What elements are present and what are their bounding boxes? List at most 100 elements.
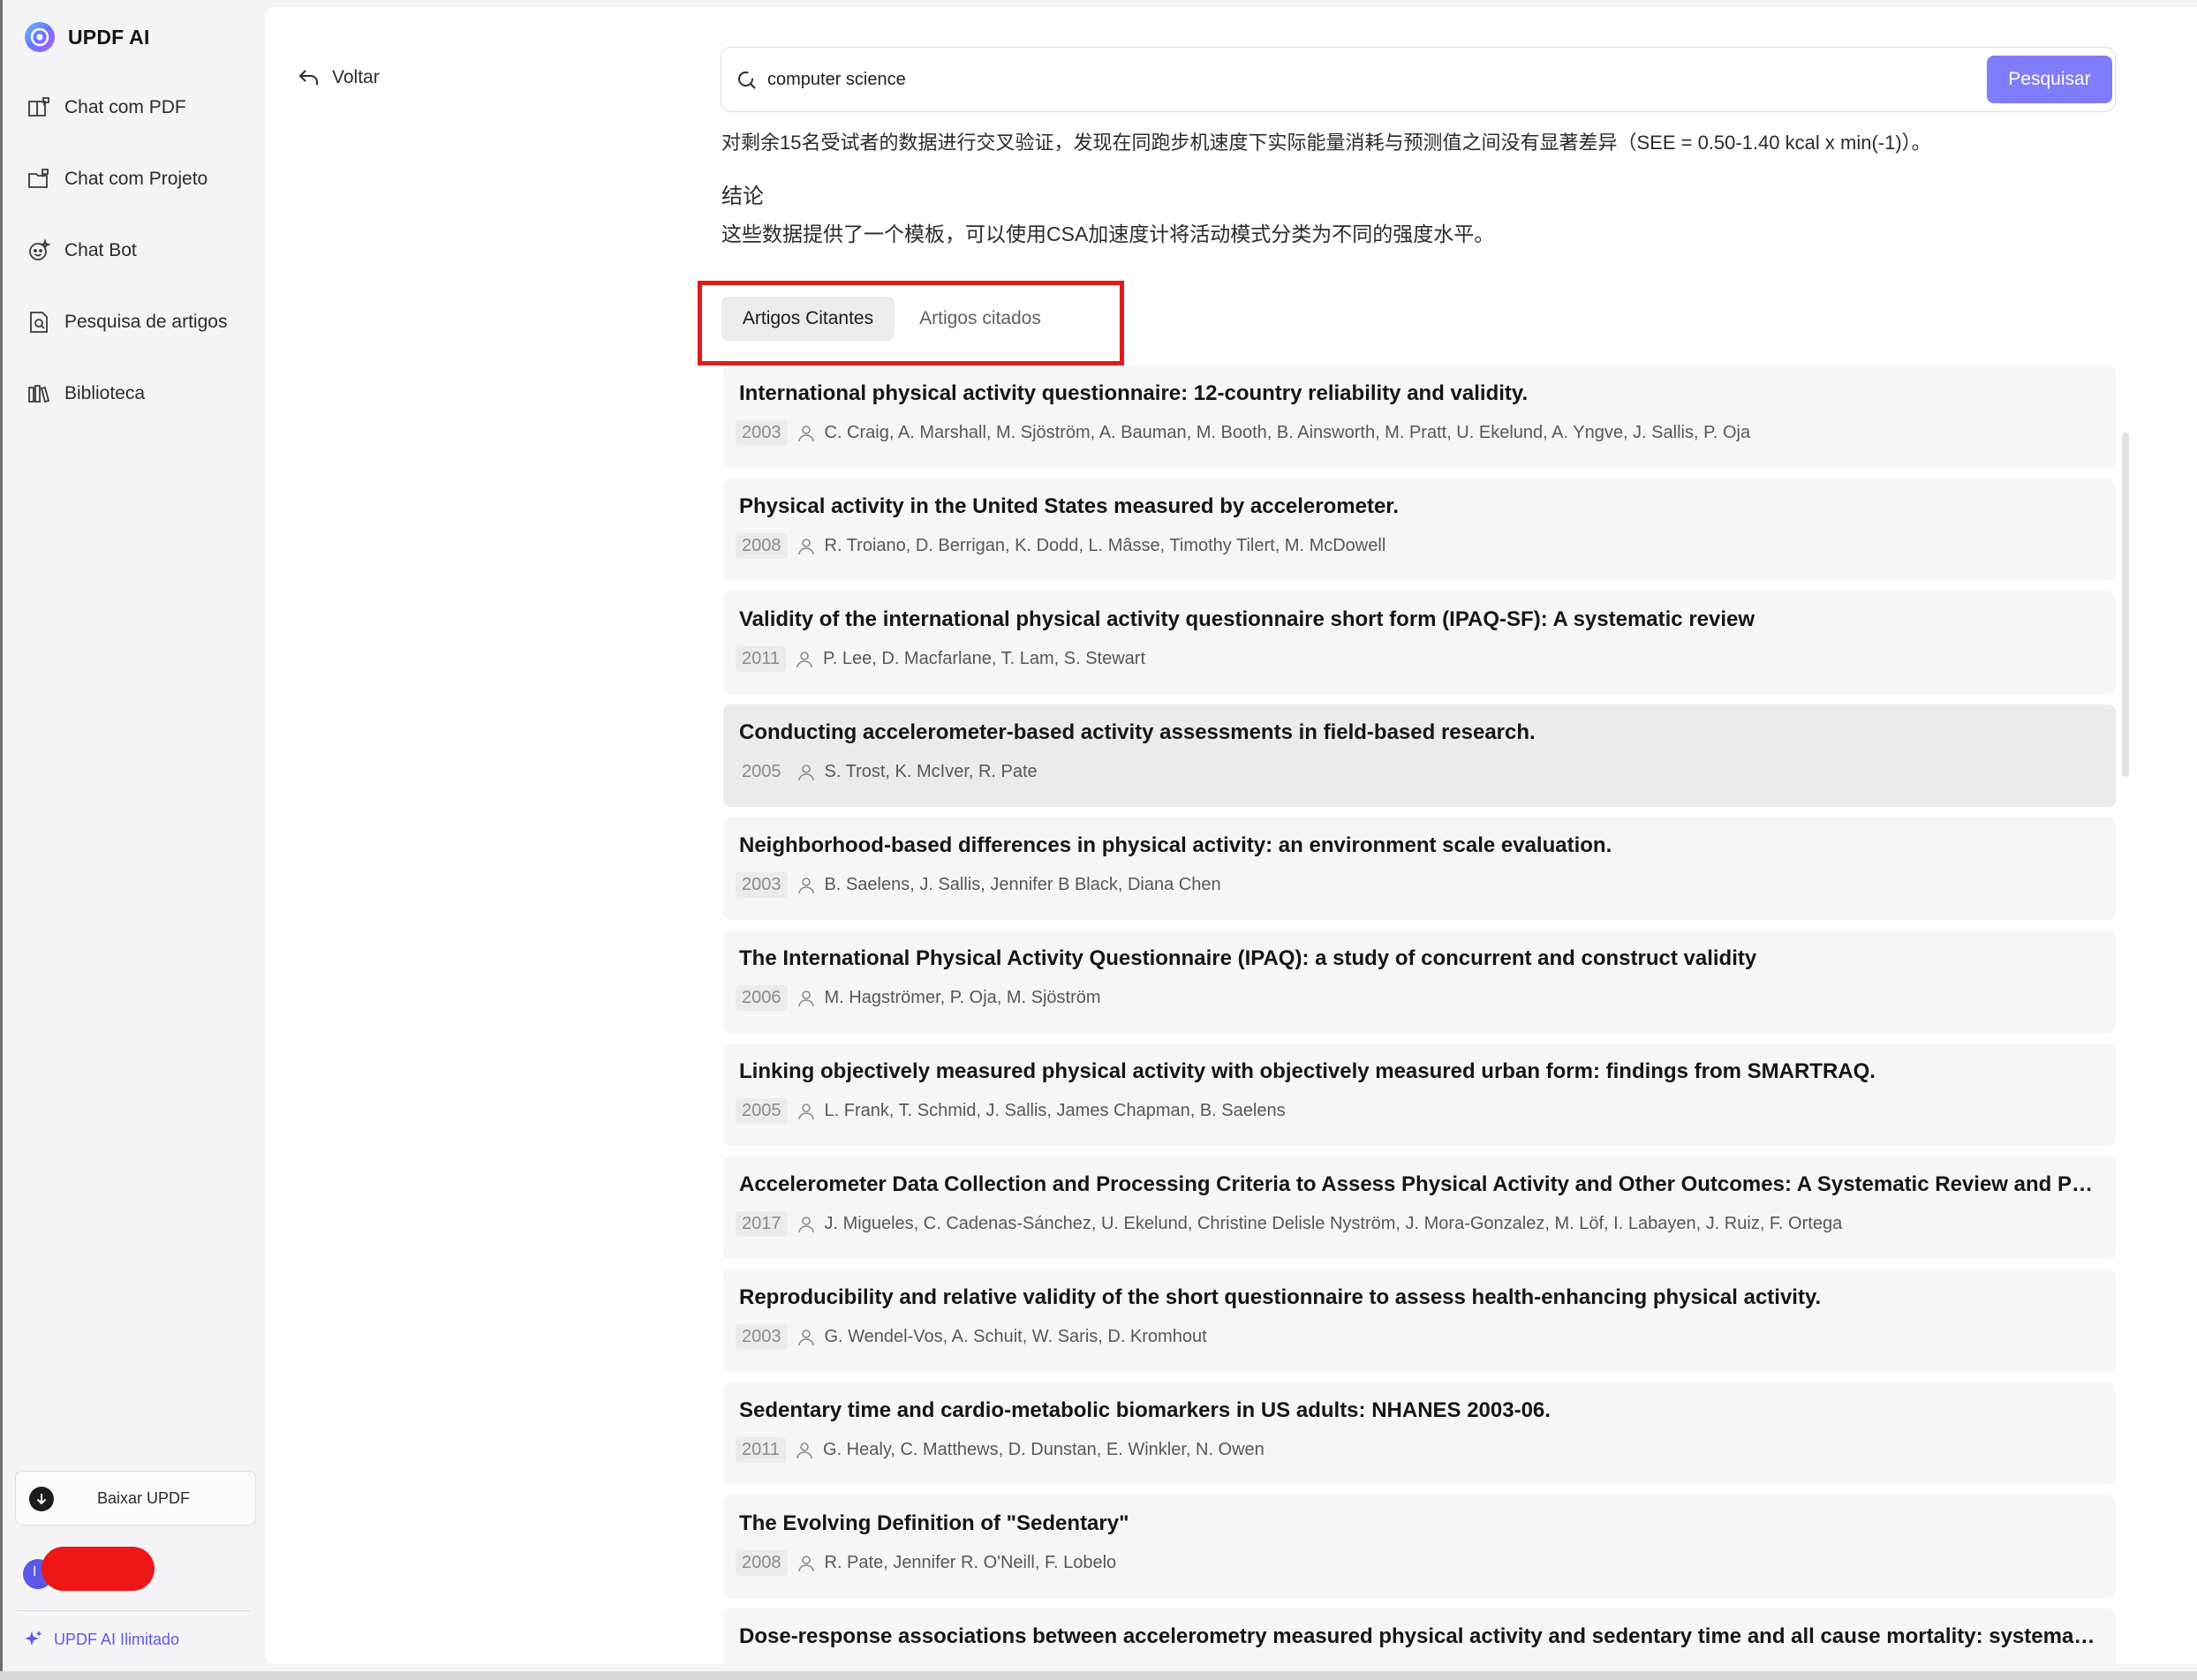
result-title: Dose-response associations between accel… bbox=[739, 1624, 2099, 1648]
year-badge: 2006 bbox=[736, 985, 788, 1011]
result-item[interactable]: Dose-response associations between accel… bbox=[723, 1608, 2116, 1664]
result-meta: 2011 P. Lee, D. Macfarlane, T. Lam, S. S… bbox=[736, 646, 1145, 672]
download-label: Baixar UPDF bbox=[97, 1489, 191, 1507]
download-icon bbox=[29, 1487, 54, 1511]
authors: R. Pate, Jennifer R. O'Neill, F. Lobelo bbox=[824, 1553, 1117, 1572]
abstract-text-partial: 对剩余15名受试者的数据进行交叉验证，发现在同跑步机速度下实际能量消耗与预测值之… bbox=[721, 132, 1931, 154]
result-item[interactable]: Linking objectively measured physical ac… bbox=[723, 1043, 2116, 1146]
sidebar-divider bbox=[17, 1610, 250, 1611]
year-badge: 2017 bbox=[736, 1211, 788, 1237]
tab-cited-articles[interactable]: Artigos citados bbox=[908, 297, 1053, 341]
user-profile[interactable]: I bbox=[20, 1547, 162, 1593]
sidebar-item-label: Chat Bot bbox=[64, 240, 137, 260]
person-icon bbox=[797, 1442, 812, 1458]
tab-citing-articles[interactable]: Artigos Citantes bbox=[721, 297, 895, 341]
result-item[interactable]: Reproducibility and relative validity of… bbox=[723, 1269, 2116, 1372]
library-icon bbox=[28, 385, 50, 403]
sidebar-item-chat-bot[interactable]: Chat Bot bbox=[26, 230, 137, 272]
result-meta: 2003 B. Saelens, J. Sallis, Jennifer B B… bbox=[736, 872, 1221, 898]
result-meta: 2006 M. Hagströmer, P. Oja, M. Sjöström bbox=[736, 985, 1101, 1011]
main-panel: Voltar 对剩余15名受试者的数据进行交叉验证，发现在同跑步机速度下实际能量… bbox=[265, 7, 2197, 1664]
sidebar-item-article-search[interactable]: Pesquisa de artigos bbox=[26, 301, 227, 343]
person-icon bbox=[797, 538, 814, 554]
year-badge: 2003 bbox=[736, 420, 788, 446]
sidebar: UPDF AI Chat com PDF Chat com Projeto Ch… bbox=[3, 0, 265, 1671]
upgrade-link[interactable]: UPDF AI Ilimitado bbox=[24, 1630, 179, 1649]
result-item[interactable]: Accelerometer Data Collection and Proces… bbox=[723, 1156, 2116, 1259]
year-badge: 2003 bbox=[736, 1324, 788, 1350]
result-item[interactable]: The Evolving Definition of "Sedentary" 2… bbox=[723, 1495, 2116, 1598]
result-meta: 2008 R. Troiano, D. Berrigan, K. Dodd, L… bbox=[736, 533, 1385, 559]
search-input[interactable] bbox=[767, 64, 1898, 95]
person-icon bbox=[797, 651, 812, 667]
folder-chat-icon bbox=[28, 169, 49, 188]
person-icon bbox=[797, 1555, 814, 1571]
back-label: Voltar bbox=[332, 67, 380, 87]
person-icon bbox=[797, 425, 814, 441]
result-meta: 2005 S. Trost, K. McIver, R. Pate bbox=[736, 759, 1038, 785]
result-title: Sedentary time and cardio-metabolic biom… bbox=[739, 1398, 1551, 1422]
redacted-username bbox=[42, 1547, 155, 1591]
authors: G. Healy, C. Matthews, D. Dunstan, E. Wi… bbox=[823, 1440, 1265, 1459]
result-meta: 2005 L. Frank, T. Schmid, J. Sallis, Jam… bbox=[736, 1098, 1286, 1124]
result-item[interactable]: Physical activity in the United States m… bbox=[723, 478, 2116, 581]
sparkle-icon bbox=[25, 1631, 42, 1646]
conclusion-heading: 结论 bbox=[721, 185, 764, 208]
year-badge: 2011 bbox=[736, 1437, 787, 1463]
result-item[interactable]: Validity of the international physical a… bbox=[723, 591, 2116, 694]
sidebar-item-chat-pdf[interactable]: Chat com PDF bbox=[26, 87, 186, 129]
result-item[interactable]: Neighborhood-based differences in physic… bbox=[723, 817, 2116, 920]
result-item[interactable]: The International Physical Activity Ques… bbox=[723, 930, 2116, 1033]
authors: L. Frank, T. Schmid, J. Sallis, James Ch… bbox=[824, 1101, 1286, 1120]
window-edge-bottom bbox=[0, 1671, 2197, 1680]
sidebar-item-library[interactable]: Biblioteca bbox=[26, 373, 145, 415]
result-title: The International Physical Activity Ques… bbox=[739, 946, 1757, 970]
sidebar-item-label: Chat com Projeto bbox=[64, 169, 208, 189]
download-updf-button[interactable]: Baixar UPDF bbox=[15, 1471, 256, 1526]
result-meta: 2003 C. Craig, A. Marshall, M. Sjöström,… bbox=[736, 420, 1750, 446]
search-button[interactable]: Pesquisar bbox=[1987, 56, 2112, 103]
result-meta: 2008 R. Pate, Jennifer R. O'Neill, F. Lo… bbox=[736, 1550, 1116, 1576]
person-icon bbox=[797, 990, 814, 1006]
results-scrollbar[interactable] bbox=[2122, 433, 2129, 777]
upgrade-label: UPDF AI Ilimitado bbox=[54, 1630, 180, 1648]
authors: R. Troiano, D. Berrigan, K. Dodd, L. Mâs… bbox=[824, 536, 1386, 555]
authors: J. Migueles, C. Cadenas-Sánchez, U. Ekel… bbox=[824, 1214, 1843, 1233]
person-icon bbox=[797, 1103, 814, 1119]
result-meta: 2017 J. Migueles, C. Cadenas-Sánchez, U.… bbox=[736, 1211, 1842, 1237]
person-icon bbox=[797, 764, 814, 780]
authors: P. Lee, D. Macfarlane, T. Lam, S. Stewar… bbox=[823, 649, 1146, 668]
bot-icon bbox=[29, 238, 51, 260]
search-bar: Pesquisar bbox=[721, 47, 2116, 112]
result-meta: 2011 G. Healy, C. Matthews, D. Dunstan, … bbox=[736, 1437, 1265, 1463]
result-title: International physical activity question… bbox=[739, 381, 1529, 405]
sidebar-item-label: Chat com PDF bbox=[64, 97, 186, 117]
result-meta: 2003 G. Wendel-Vos, A. Schuit, W. Saris,… bbox=[736, 1324, 1207, 1350]
result-title: The Evolving Definition of "Sedentary" bbox=[739, 1511, 1129, 1535]
authors: G. Wendel-Vos, A. Schuit, W. Saris, D. K… bbox=[824, 1327, 1207, 1346]
result-title: Accelerometer Data Collection and Proces… bbox=[739, 1172, 2099, 1196]
result-title: Reproducibility and relative validity of… bbox=[739, 1285, 1822, 1309]
year-badge: 2008 bbox=[736, 1550, 788, 1576]
result-item[interactable]: Sedentary time and cardio-metabolic biom… bbox=[723, 1382, 2116, 1485]
result-title: Validity of the international physical a… bbox=[739, 607, 1755, 631]
book-chat-icon bbox=[28, 97, 49, 117]
year-badge: 2005 bbox=[736, 759, 788, 785]
conclusion-text: 这些数据提供了一个模板，可以使用CSA加速度计将活动模式分类为不同的强度水平。 bbox=[721, 222, 1495, 245]
sidebar-item-label: Pesquisa de artigos bbox=[64, 312, 228, 332]
person-icon bbox=[797, 877, 814, 893]
avatar-initial: I bbox=[33, 1564, 37, 1579]
back-button[interactable]: Voltar bbox=[297, 65, 380, 90]
authors: S. Trost, K. McIver, R. Pate bbox=[824, 762, 1038, 781]
result-item[interactable]: Conducting accelerometer-based activity … bbox=[723, 704, 2116, 807]
updf-logo-icon bbox=[25, 22, 55, 52]
sidebar-item-chat-project[interactable]: Chat com Projeto bbox=[26, 158, 208, 200]
authors: M. Hagströmer, P. Oja, M. Sjöström bbox=[824, 988, 1101, 1007]
result-title: Neighborhood-based differences in physic… bbox=[739, 833, 1612, 857]
year-badge: 2003 bbox=[736, 872, 788, 898]
result-item[interactable]: International physical activity question… bbox=[723, 365, 2116, 468]
result-title: Linking objectively measured physical ac… bbox=[739, 1059, 1876, 1083]
search-icon bbox=[738, 72, 756, 89]
brand[interactable]: UPDF AI bbox=[24, 21, 150, 53]
person-icon bbox=[797, 1329, 814, 1345]
